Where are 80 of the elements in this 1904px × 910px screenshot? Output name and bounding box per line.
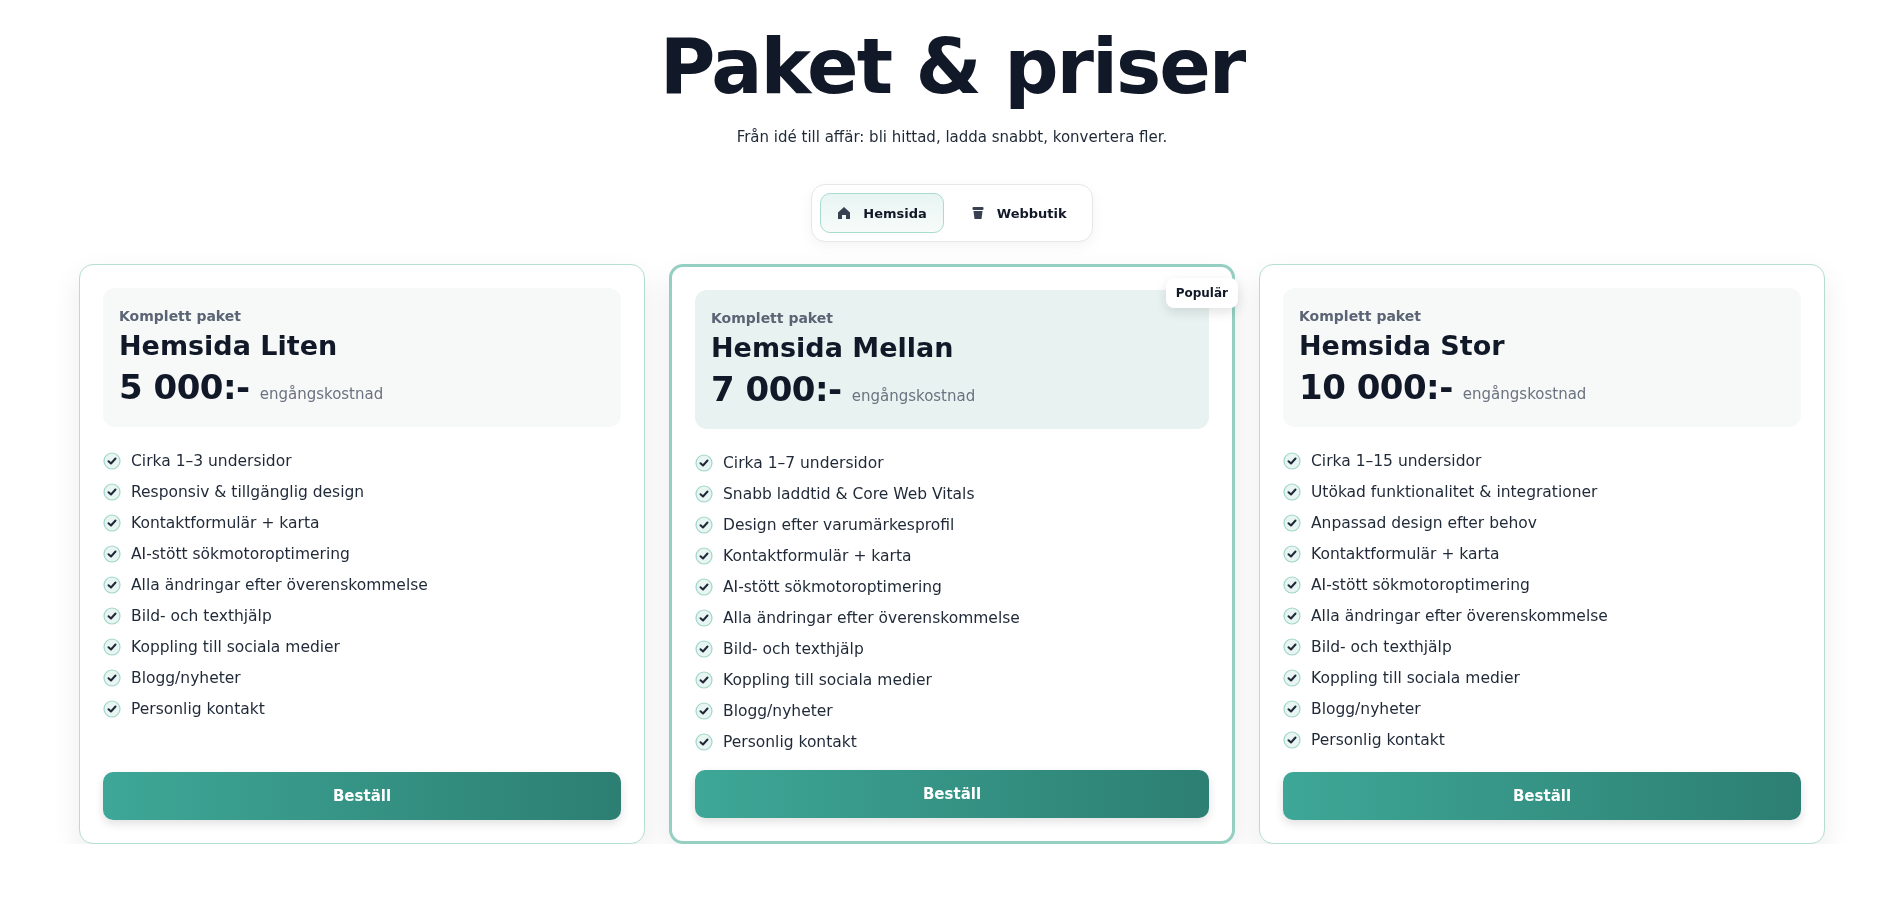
feature-text: Cirka 1–15 undersidor xyxy=(1311,451,1482,471)
feature-text: Alla ändringar efter överenskommelse xyxy=(131,575,428,595)
price-note: engångskostnad xyxy=(851,387,976,405)
check-icon xyxy=(1283,669,1301,687)
check-icon xyxy=(695,485,713,503)
feature-text: Personlig kontakt xyxy=(723,732,857,752)
plan-name: Hemsida Stor xyxy=(1299,330,1506,361)
page-subtitle: Från idé till affär: bli hittad, ladda snabbt, konvertera fler. xyxy=(736,128,1168,146)
page-title: Paket & priser xyxy=(659,22,1245,112)
check-icon xyxy=(103,576,121,594)
feature-text: AI-stött sökmotoroptimering xyxy=(131,544,350,564)
check-icon xyxy=(695,671,713,689)
plan-price: 7 000:- xyxy=(711,369,842,409)
price-note: engångskostnad xyxy=(1462,385,1587,403)
feature-text: Blogg/nyheter xyxy=(1311,699,1421,719)
order-button[interactable]: Beställ xyxy=(695,770,1209,818)
check-icon xyxy=(1283,514,1301,532)
check-icon xyxy=(695,547,713,565)
feature-text: AI-stött sökmotoroptimering xyxy=(723,577,942,597)
check-icon xyxy=(103,483,121,501)
feature-text: Cirka 1–7 undersidor xyxy=(723,453,884,473)
feature-text: Blogg/nyheter xyxy=(131,668,241,688)
price-note: engångskostnad xyxy=(259,385,384,403)
check-icon xyxy=(1283,638,1301,656)
feature-text: Personlig kontakt xyxy=(131,699,265,719)
check-icon xyxy=(1283,545,1301,563)
order-button[interactable]: Beställ xyxy=(103,772,621,820)
check-icon xyxy=(1283,576,1301,594)
check-icon xyxy=(103,700,121,718)
feature-text: Alla ändringar efter överenskommelse xyxy=(723,608,1020,628)
feature-text: Bild- och texthjälp xyxy=(1311,637,1452,657)
feature-text: Utökad funktionalitet & integrationer xyxy=(1311,482,1598,502)
feature-text: Koppling till sociala medier xyxy=(723,670,932,690)
check-icon xyxy=(695,516,713,534)
feature-text: AI-stött sökmotoroptimering xyxy=(1311,575,1530,595)
category-tab[interactable]: Hemsida xyxy=(820,193,944,233)
house-icon xyxy=(837,206,852,220)
check-icon xyxy=(1283,452,1301,470)
check-icon xyxy=(695,733,713,751)
feature-text: Responsiv & tillgänglig design xyxy=(131,482,365,502)
category-tab[interactable]: Webbutik xyxy=(953,193,1084,233)
feature-text: Design efter varumärkesprofil xyxy=(723,515,955,535)
feature-text: Kontaktformulär + karta xyxy=(723,546,912,566)
check-icon xyxy=(103,452,121,470)
check-icon xyxy=(103,514,121,532)
feature-text: Cirka 1–3 undersidor xyxy=(131,451,292,471)
feature-text: Kontaktformulär + karta xyxy=(1311,544,1500,564)
feature-text: Alla ändringar efter överenskommelse xyxy=(1311,606,1608,626)
plan-price: 10 000:- xyxy=(1299,367,1453,407)
check-icon xyxy=(103,545,121,563)
plan-name: Hemsida Mellan xyxy=(711,332,955,363)
plan-price: 5 000:- xyxy=(119,367,250,407)
order-button[interactable]: Beställ xyxy=(1283,772,1801,820)
check-icon xyxy=(103,638,121,656)
feature-text: Koppling till sociala medier xyxy=(131,637,340,657)
feature-text: Bild- och texthjälp xyxy=(723,639,864,659)
feature-text: Personlig kontakt xyxy=(1311,730,1445,750)
check-icon xyxy=(695,454,713,472)
feature-text: Blogg/nyheter xyxy=(723,701,833,721)
check-icon xyxy=(695,578,713,596)
check-icon xyxy=(103,607,121,625)
popular-badge: Populär xyxy=(1165,278,1238,308)
feature-text: Anpassad design efter behov xyxy=(1311,513,1537,533)
check-icon xyxy=(695,609,713,627)
check-icon xyxy=(1283,607,1301,625)
feature-text: Snabb laddtid & Core Web Vitals xyxy=(723,484,975,504)
bucket-icon xyxy=(970,206,985,220)
check-icon xyxy=(1283,483,1301,501)
check-icon xyxy=(103,669,121,687)
plan-eyebrow: Komplett paket xyxy=(1299,308,1422,324)
plan-name: Hemsida Liten xyxy=(119,330,339,361)
check-icon xyxy=(695,702,713,720)
feature-text: Bild- och texthjälp xyxy=(131,606,272,626)
check-icon xyxy=(1283,731,1301,749)
feature-text: Kontaktformulär + karta xyxy=(131,513,320,533)
check-icon xyxy=(695,640,713,658)
check-icon xyxy=(1283,700,1301,718)
plan-eyebrow: Komplett paket xyxy=(119,308,242,324)
feature-text: Koppling till sociala medier xyxy=(1311,668,1520,688)
plan-eyebrow: Komplett paket xyxy=(711,310,834,326)
